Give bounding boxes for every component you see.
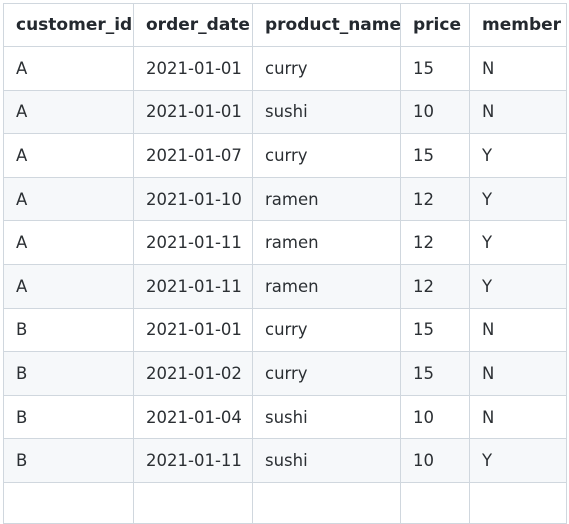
- cell-price: 15: [400, 307, 470, 353]
- cell-member: N: [469, 307, 567, 353]
- data-table: customer_id order_date product_name pric…: [3, 3, 567, 524]
- cell-customer-id: B: [3, 307, 134, 353]
- cell-member: N: [469, 351, 567, 396]
- cell-order-date: 2021-01-11: [133, 438, 253, 483]
- cell-member: Y: [469, 438, 567, 483]
- table-row: A 2021-01-11 ramen 12 Y: [3, 220, 567, 265]
- cell-member: [469, 481, 567, 524]
- table-row: B 2021-01-04 sushi 10 N: [3, 394, 567, 440]
- table-header: customer_id order_date product_name pric…: [3, 3, 567, 47]
- cell-member: N: [469, 46, 567, 91]
- table-row: [3, 481, 567, 524]
- cell-customer-id: B: [3, 438, 134, 483]
- table-row: A 2021-01-10 ramen 12 Y: [3, 176, 567, 222]
- cell-customer-id: A: [3, 220, 134, 265]
- table-row: B 2021-01-02 curry 15 N: [3, 351, 567, 396]
- cell-order-date: 2021-01-01: [133, 307, 253, 353]
- cell-price: 10: [400, 438, 470, 483]
- cell-order-date: 2021-01-10: [133, 176, 253, 222]
- column-header-member: member: [469, 3, 567, 47]
- cell-member: Y: [469, 220, 567, 265]
- cell-product-name: ramen: [252, 176, 401, 222]
- cell-product-name: ramen: [252, 263, 401, 309]
- cell-member: Y: [469, 176, 567, 222]
- cell-price: 12: [400, 263, 470, 309]
- cell-product-name: sushi: [252, 438, 401, 483]
- cell-member: Y: [469, 133, 567, 178]
- table-row: A 2021-01-01 sushi 10 N: [3, 89, 567, 135]
- cell-price: 10: [400, 89, 470, 135]
- cell-member: Y: [469, 263, 567, 309]
- cell-order-date: 2021-01-11: [133, 263, 253, 309]
- cell-customer-id: A: [3, 133, 134, 178]
- cell-order-date: 2021-01-01: [133, 89, 253, 135]
- table-row: B 2021-01-11 sushi 10 Y: [3, 438, 567, 483]
- cell-customer-id: A: [3, 263, 134, 309]
- cell-customer-id: A: [3, 89, 134, 135]
- cell-product-name: [252, 481, 401, 524]
- column-header-order-date: order_date: [133, 3, 253, 47]
- cell-product-name: curry: [252, 46, 401, 91]
- cell-price: 15: [400, 133, 470, 178]
- cell-price: [400, 481, 470, 524]
- cell-customer-id: A: [3, 176, 134, 222]
- cell-customer-id: A: [3, 46, 134, 91]
- table-row: A 2021-01-11 ramen 12 Y: [3, 263, 567, 309]
- cell-product-name: sushi: [252, 89, 401, 135]
- header-row: customer_id order_date product_name pric…: [3, 3, 567, 47]
- cell-member: N: [469, 89, 567, 135]
- column-header-customer-id: customer_id: [3, 3, 134, 47]
- cell-order-date: [133, 481, 253, 524]
- cell-order-date: 2021-01-04: [133, 394, 253, 440]
- cell-order-date: 2021-01-01: [133, 46, 253, 91]
- table-body: A 2021-01-01 curry 15 N A 2021-01-01 sus…: [3, 46, 567, 524]
- cell-order-date: 2021-01-11: [133, 220, 253, 265]
- cell-price: 12: [400, 220, 470, 265]
- cell-customer-id: B: [3, 394, 134, 440]
- cell-product-name: ramen: [252, 220, 401, 265]
- cell-product-name: curry: [252, 133, 401, 178]
- cell-order-date: 2021-01-07: [133, 133, 253, 178]
- cell-order-date: 2021-01-02: [133, 351, 253, 396]
- table-row: B 2021-01-01 curry 15 N: [3, 307, 567, 353]
- cell-price: 10: [400, 394, 470, 440]
- cell-price: 12: [400, 176, 470, 222]
- cell-member: N: [469, 394, 567, 440]
- cell-product-name: curry: [252, 351, 401, 396]
- cell-customer-id: B: [3, 351, 134, 396]
- table-container: customer_id order_date product_name pric…: [3, 3, 567, 524]
- column-header-price: price: [400, 3, 470, 47]
- cell-product-name: curry: [252, 307, 401, 353]
- column-header-product-name: product_name: [252, 3, 401, 47]
- cell-price: 15: [400, 46, 470, 91]
- cell-product-name: sushi: [252, 394, 401, 440]
- cell-customer-id: [3, 481, 134, 524]
- cell-price: 15: [400, 351, 470, 396]
- table-row: A 2021-01-07 curry 15 Y: [3, 133, 567, 178]
- table-row: A 2021-01-01 curry 15 N: [3, 46, 567, 91]
